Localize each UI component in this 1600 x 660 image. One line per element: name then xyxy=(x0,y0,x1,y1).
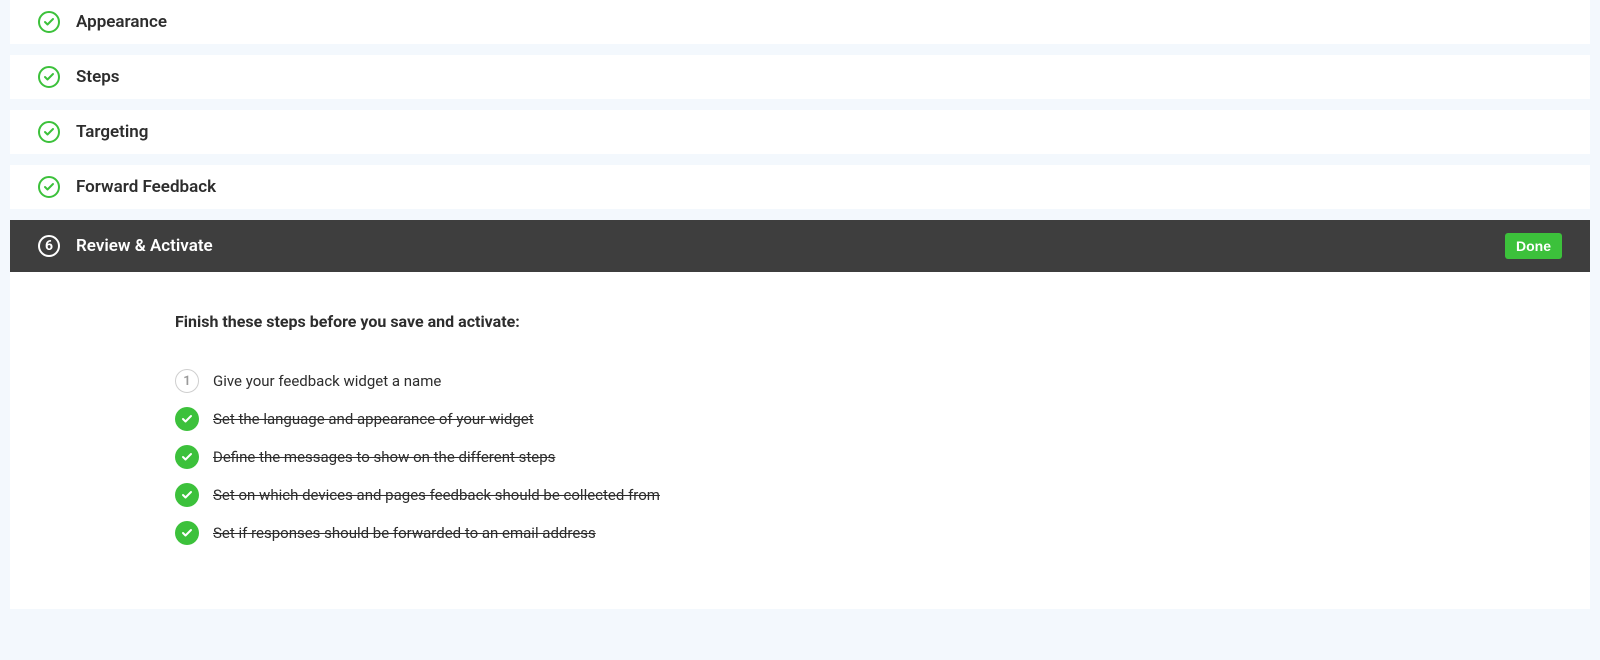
number-circle-icon: 1 xyxy=(175,369,199,393)
step-targeting[interactable]: Targeting xyxy=(10,110,1590,154)
checklist-text: Set the language and appearance of your … xyxy=(213,410,534,428)
checkmark-circle-icon xyxy=(38,11,60,33)
step-label: Appearance xyxy=(76,12,167,32)
step-forward-feedback[interactable]: Forward Feedback xyxy=(10,165,1590,209)
checkmark-circle-icon xyxy=(38,66,60,88)
checklist-item-messages[interactable]: Define the messages to show on the diffe… xyxy=(175,445,1590,469)
checkmark-filled-icon xyxy=(175,407,199,431)
step-review-activate-header: 6 Review & Activate Done xyxy=(10,220,1590,272)
checklist-text: Give your feedback widget a name xyxy=(213,372,441,390)
step-number-badge: 6 xyxy=(38,235,60,257)
checkmark-filled-icon xyxy=(175,483,199,507)
step-appearance[interactable]: Appearance xyxy=(10,0,1590,44)
checkmark-filled-icon xyxy=(175,521,199,545)
finish-heading: Finish these steps before you save and a… xyxy=(175,312,1590,331)
step-label: Review & Activate xyxy=(76,236,1505,256)
checkmark-circle-icon xyxy=(38,121,60,143)
checklist-item-forward[interactable]: Set if responses should be forwarded to … xyxy=(175,521,1590,545)
step-label: Steps xyxy=(76,67,120,87)
done-button[interactable]: Done xyxy=(1505,233,1562,259)
checklist-item-targeting[interactable]: Set on which devices and pages feedback … xyxy=(175,483,1590,507)
checkmark-filled-icon xyxy=(175,445,199,469)
checklist-item-appearance[interactable]: Set the language and appearance of your … xyxy=(175,407,1590,431)
step-label: Forward Feedback xyxy=(76,177,216,197)
step-label: Targeting xyxy=(76,122,148,142)
review-activate-panel: Finish these steps before you save and a… xyxy=(10,272,1590,609)
step-steps[interactable]: Steps xyxy=(10,55,1590,99)
checkmark-circle-icon xyxy=(38,176,60,198)
checklist-text: Define the messages to show on the diffe… xyxy=(213,448,555,466)
checklist-item-name[interactable]: 1 Give your feedback widget a name xyxy=(175,369,1590,393)
checklist-text: Set if responses should be forwarded to … xyxy=(213,524,596,542)
checklist-text: Set on which devices and pages feedback … xyxy=(213,486,660,504)
